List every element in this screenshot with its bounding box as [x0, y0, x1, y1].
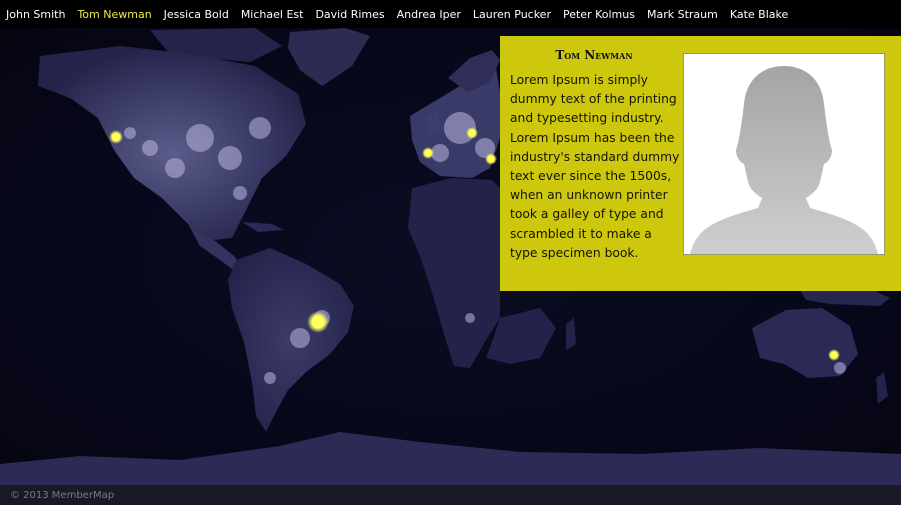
nav-member-lauren-pucker[interactable]: Lauren Pucker — [473, 8, 551, 21]
landmass-antarctica — [0, 432, 901, 485]
nav-member-peter-kolmus[interactable]: Peter Kolmus — [563, 8, 635, 21]
profile-name: Tom Newman — [555, 48, 633, 62]
nav-member-david-rimes[interactable]: David Rimes — [315, 8, 384, 21]
profile-card: Tom Newman Lorem Ipsum is simply dummy t… — [500, 36, 901, 291]
user-silhouette-icon — [690, 66, 878, 254]
profile-bio: Lorem Ipsum is simply dummy text of the … — [510, 73, 680, 260]
landmass-greenland — [288, 28, 370, 86]
landmass-madagascar — [566, 318, 576, 350]
profile-photo — [683, 53, 885, 255]
marker-dot — [425, 150, 431, 156]
marker-dot — [112, 133, 120, 141]
member-nav: John Smith Tom Newman Jessica Bold Micha… — [0, 0, 901, 28]
landmass-north-america — [38, 46, 306, 240]
landmass-africa — [408, 178, 500, 368]
marker-dot — [469, 130, 475, 136]
nav-member-mark-straum[interactable]: Mark Straum — [647, 8, 718, 21]
nav-member-john-smith[interactable]: John Smith — [6, 8, 65, 21]
nav-member-michael-est[interactable]: Michael Est — [241, 8, 304, 21]
nav-member-tom-newman[interactable]: Tom Newman — [77, 8, 151, 21]
marker-dot — [488, 156, 494, 162]
nav-member-jessica-bold[interactable]: Jessica Bold — [164, 8, 229, 21]
landmass-caribbean — [242, 222, 284, 232]
marker-dot — [312, 316, 324, 328]
marker-dot — [831, 352, 837, 358]
footer: © 2013 MemberMap — [0, 485, 901, 505]
copyright-text: © 2013 MemberMap — [10, 489, 115, 501]
nav-member-kate-blake[interactable]: Kate Blake — [730, 8, 788, 21]
nav-member-andrea-iper[interactable]: Andrea Iper — [397, 8, 461, 21]
landmass-new-zealand — [876, 372, 888, 404]
